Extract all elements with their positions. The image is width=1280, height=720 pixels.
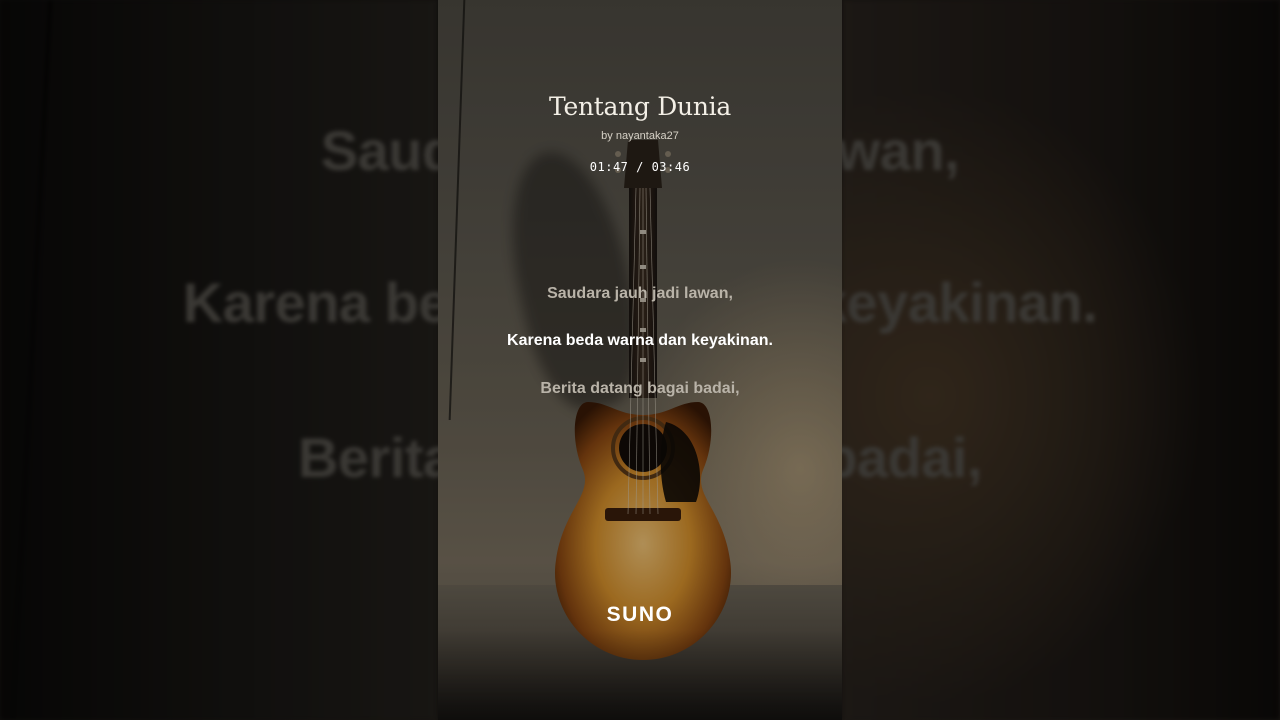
lyric-current-line: Karena beda warna dan keyakinan. (507, 332, 773, 349)
lyric-video-panel: Tentang Dunia by nayantaka27 01:47 / 03:… (438, 0, 842, 720)
suno-logo: SUNO (606, 603, 674, 626)
video-frame[interactable]: Saudara jauh jadi lawan, Karena beda war… (0, 0, 1280, 720)
song-title: Tentang Dunia (549, 92, 731, 121)
playback-time: 01:47 / 03:46 (589, 160, 691, 174)
lyric-previous-line: Saudara jauh jadi lawan, (547, 285, 733, 302)
artist-byline: by nayantaka27 (601, 130, 679, 142)
lyric-next-line: Berita datang bagai badai, (540, 380, 740, 397)
